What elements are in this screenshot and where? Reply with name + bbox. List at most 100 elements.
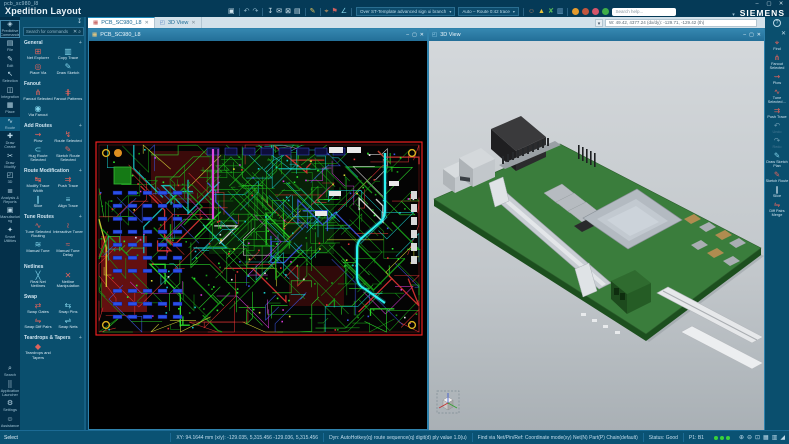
expand-section-icon[interactable]: + [79,214,82,220]
view-3d-canvas[interactable] [429,41,764,430]
search-icon[interactable]: ⌕ [78,29,81,35]
strip-place[interactable]: ▦ Place [0,101,20,115]
app-minimize-button[interactable]: – [752,1,762,7]
strip-assistance[interactable]: ☺ Assistance [0,415,20,429]
command-draw-sketch[interactable]: ✎ Draw Sketch [53,62,83,75]
strip-route[interactable]: ∿ Route [0,116,20,131]
strip-file[interactable]: ▤ File [0,39,20,53]
command-via-fanout[interactable]: ◉ Via Fanout [23,104,53,117]
sync-status-icon[interactable] [582,8,590,15]
section-title-route-modification[interactable]: Route Modification + [24,168,84,174]
rs-draw-sketch-plan[interactable]: ✎ Draw Sketch Plan [765,151,789,167]
tab-pcb-sc980-l8[interactable]: ▦ PCB_SC980_L8 ✕ [88,17,155,28]
command-copy-trace[interactable]: ▥ Copy Trace [53,47,83,60]
person-icon[interactable]: ☺ [528,7,535,16]
close-strip-icon[interactable]: ✕ [781,30,786,37]
clear-search-icon[interactable]: ✕ [73,29,77,35]
app-maximize-button[interactable]: ▢ [764,1,774,7]
pin-panel-icon[interactable]: ↧ [77,18,82,25]
section-title-swap[interactable]: Swap [24,294,84,300]
scheme-dropdown[interactable]: Over ST-Template advanced sign ui branch… [356,7,456,16]
strip-analysis-reports[interactable]: ≣ Analysis & Reports [0,187,20,205]
strip-selection[interactable]: ↖ Selection [0,70,20,84]
rs-fanout-selected[interactable]: ⋔ Fanout Selected [765,53,789,69]
command-modify-trace-width[interactable]: ↹ Modify Trace Width [23,175,53,192]
pcb2d-maximize-button[interactable]: ▢ [412,32,417,38]
section-title-netlines[interactable]: Netlines [24,264,84,270]
zoom-fit-icon[interactable]: ⊡ [755,434,760,441]
command-interactive-tuner[interactable]: ≀ Interactive Tuner [53,221,83,238]
command-tune-selected-routing[interactable]: ∿ Tune Selected Routing [23,221,53,238]
strip-integration[interactable]: ◫ Integration [0,86,20,100]
redo-icon[interactable]: ↷ [253,7,259,16]
review-status-icon[interactable] [592,8,600,15]
rs-plow[interactable]: ⇝ Plow [765,72,789,84]
save-icon[interactable]: ▣ [228,7,235,16]
app-close-button[interactable]: ✕ [776,1,786,7]
mail-icon[interactable]: ✉ [276,7,282,16]
command-place-via[interactable]: ◎ Place Via [23,62,53,75]
command-fanout-selected[interactable]: ⋔ Fanout Selected [23,88,53,101]
command-hug-route-selected[interactable]: ⊂ Hug Route Selected [23,145,53,162]
command-netline-manipulation[interactable]: ✕ Netline Manipulation [53,271,83,288]
command-teardrops-and-tapers[interactable]: ◆ Teardrops and Tapers [23,342,53,359]
rs-undo[interactable]: ↶ Undo [765,121,789,133]
command-swap-diff-pairs[interactable]: ⇋ Swap Diff Pairs [23,316,53,329]
rs-slice[interactable]: ∥ Slice [765,185,789,197]
help-icon[interactable]: ? [773,18,781,27]
strip-settings[interactable]: ⚙ Settings [0,399,20,413]
command-fanout-patterns[interactable]: ⋕ Fanout Patterns [53,88,83,101]
warning-icon[interactable]: ▲ [538,7,545,16]
command-real-net-netlines[interactable]: ╳ Real Net Netlines [23,271,53,288]
view3d-close-button[interactable]: ✕ [757,32,761,38]
license-dropdown[interactable]: Auto – Route 0:42 trace ▾ [458,7,519,16]
strip-search[interactable]: ⌕ Search [0,364,20,378]
coordinate-readout[interactable]: W: 49.42, 4377.24 (dx/dy): -129.71, -129… [605,18,757,27]
pin-icon[interactable]: ↧ [267,7,273,16]
section-title-add-routes[interactable]: Add Routes + [24,123,84,129]
coordinate-dropdown-caret[interactable]: ▾ [595,18,603,27]
pcb2d-minimize-button[interactable]: – [406,32,409,38]
command-panel-scrollbar[interactable] [84,17,86,430]
rs-diff-pairs-merge[interactable]: ⇋ Diff Pairs Merge [765,200,789,216]
command-push-trace[interactable]: ⇉ Push Trace [53,175,83,192]
command-net-explorer[interactable]: ⊞ Net Explorer [23,47,53,60]
rs-tune-selected[interactable]: ∿ Tune Selected… [765,87,789,103]
strip-manufacturing[interactable]: ▣ Manufacturing [0,206,20,224]
drc-icon[interactable]: ✘ [548,7,554,16]
tab-3d-view[interactable]: ◰ 3D View ✕ [155,17,202,28]
tab-close-icon[interactable]: ✕ [145,20,149,26]
window-tile-icon[interactable]: ▦ [763,434,769,441]
pcb-2d-canvas[interactable] [89,41,427,429]
strip-draw-modify[interactable]: ✂ Draw Modify [0,152,20,170]
pencil-icon[interactable]: ✎ [310,7,316,16]
command-search-box[interactable]: Search for commands ✕ ⌕ [23,27,84,36]
command-align-trace[interactable]: ≡ Align Trace [53,195,83,208]
command-manual-tune-delay[interactable]: ≈ Manual Tune Delay [53,240,83,257]
rs-find[interactable]: ⌖ Find [765,39,789,51]
rs-sketch-route[interactable]: ✎ Sketch Route [765,170,789,182]
pcb2d-close-button[interactable]: ✕ [420,32,424,38]
command-swap-nets[interactable]: ⇌ Swap Nets [53,316,83,329]
command-route-selected[interactable]: ↯ Route Selected [53,130,83,143]
strip-smart-utilities[interactable]: ✦ Smart Utilities [0,226,20,244]
command-slice[interactable]: ∥ Slice [23,195,53,208]
view3d-maximize-button[interactable]: ▢ [749,32,754,38]
view3d-minimize-button[interactable]: – [743,32,746,38]
print-icon[interactable]: ▤ [294,7,301,16]
pcb-2d-titlebar[interactable]: ▦ PCB_SC980_L8 – ▢ ✕ [89,29,427,41]
expand-section-icon[interactable]: + [79,40,82,46]
section-title-fanout[interactable]: Fanout [24,81,84,87]
tab-close-icon[interactable]: ✕ [191,20,195,26]
clipboard-icon[interactable]: ▥ [557,7,564,16]
view-3d-titlebar[interactable]: ◰ 3D View – ▢ ✕ [429,29,764,41]
flag-icon[interactable]: ⚑ [331,7,337,16]
strip-edit[interactable]: ✎ Edit [0,55,20,69]
command-swap-gates[interactable]: ⇄ Swap Gates [23,301,53,314]
command-swap-pins[interactable]: ⇆ Swap Pins [53,301,83,314]
expand-section-icon[interactable]: + [79,123,82,129]
command-sketch-route-selected[interactable]: ✎ Sketch Route Selected [53,145,83,162]
section-title-tune-routes[interactable]: Tune Routes + [24,214,84,220]
measure-icon[interactable]: ∠ [341,7,347,16]
window-cascade-icon[interactable]: ▥ [772,434,778,441]
